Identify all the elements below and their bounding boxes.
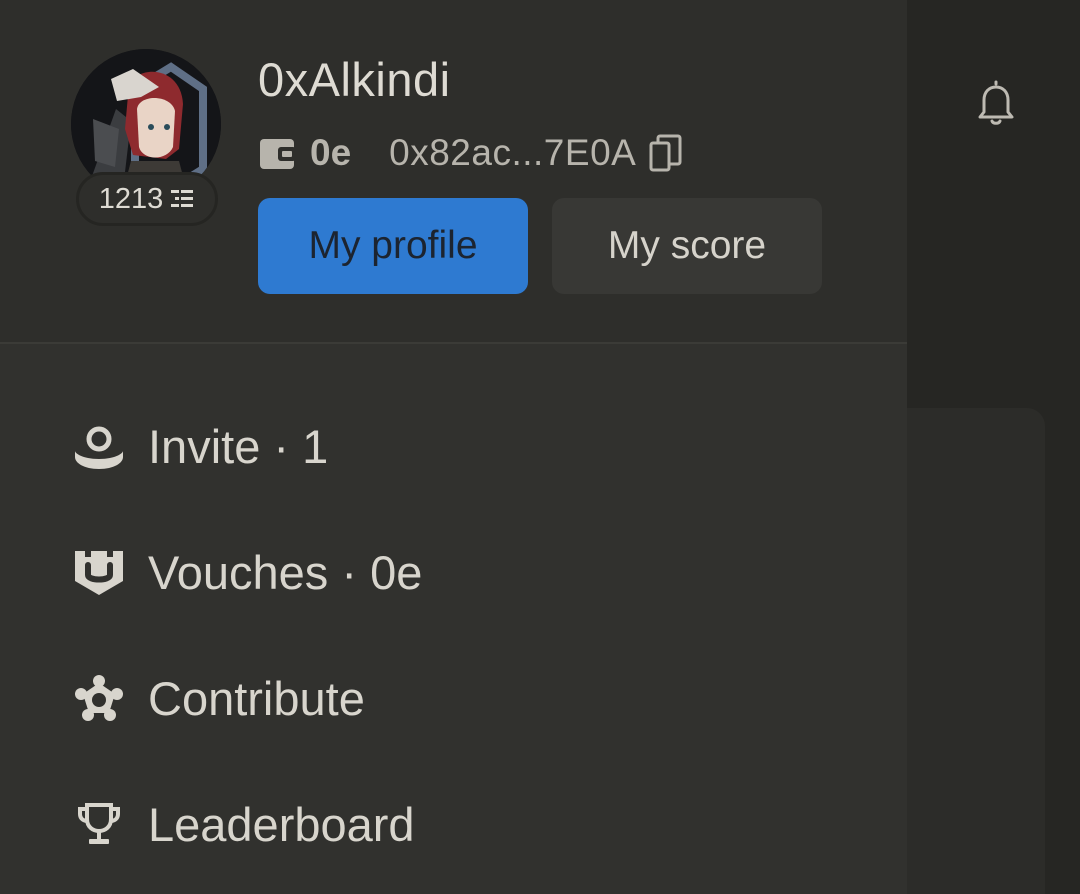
- trophy-icon: [72, 797, 126, 851]
- wallet-row: 0e 0x82ac...7E0A: [258, 128, 684, 178]
- contribute-star-icon: [72, 671, 126, 725]
- profile-header: 1213 0xAlkindi 0e 0x82ac...7E0A My profi…: [0, 0, 907, 344]
- my-profile-button[interactable]: My profile: [258, 198, 528, 294]
- menu-item-label: Vouches · 0e: [148, 545, 423, 599]
- wallet-icon: [260, 139, 296, 169]
- notification-bell-icon[interactable]: [976, 80, 1016, 126]
- side-drawer: 1213 0xAlkindi 0e 0x82ac...7E0A My profi…: [0, 0, 907, 894]
- invite-icon: [72, 419, 126, 473]
- username: 0xAlkindi: [258, 53, 451, 106]
- my-score-button[interactable]: My score: [552, 198, 822, 294]
- vouch-shield-icon: [72, 545, 126, 599]
- menu-item-invite[interactable]: Invite · 1: [72, 414, 328, 478]
- score-value: 1213: [98, 182, 164, 215]
- menu-item-label: Contribute: [148, 671, 365, 725]
- wallet-balance: 0e: [310, 132, 352, 173]
- score-badge[interactable]: 1213: [76, 172, 218, 226]
- menu-item-vouches[interactable]: Vouches · 0e: [72, 540, 422, 604]
- menu-item-label: Leaderboard: [148, 797, 415, 851]
- copy-icon[interactable]: [648, 133, 684, 173]
- background-card: [907, 408, 1045, 894]
- menu-item-contribute[interactable]: Contribute: [72, 666, 365, 730]
- score-icon: [171, 190, 194, 207]
- menu-item-leaderboard[interactable]: Leaderboard: [72, 792, 415, 856]
- wallet-address: 0x82ac...7E0A: [389, 132, 637, 173]
- menu-item-label: Invite · 1: [148, 419, 329, 473]
